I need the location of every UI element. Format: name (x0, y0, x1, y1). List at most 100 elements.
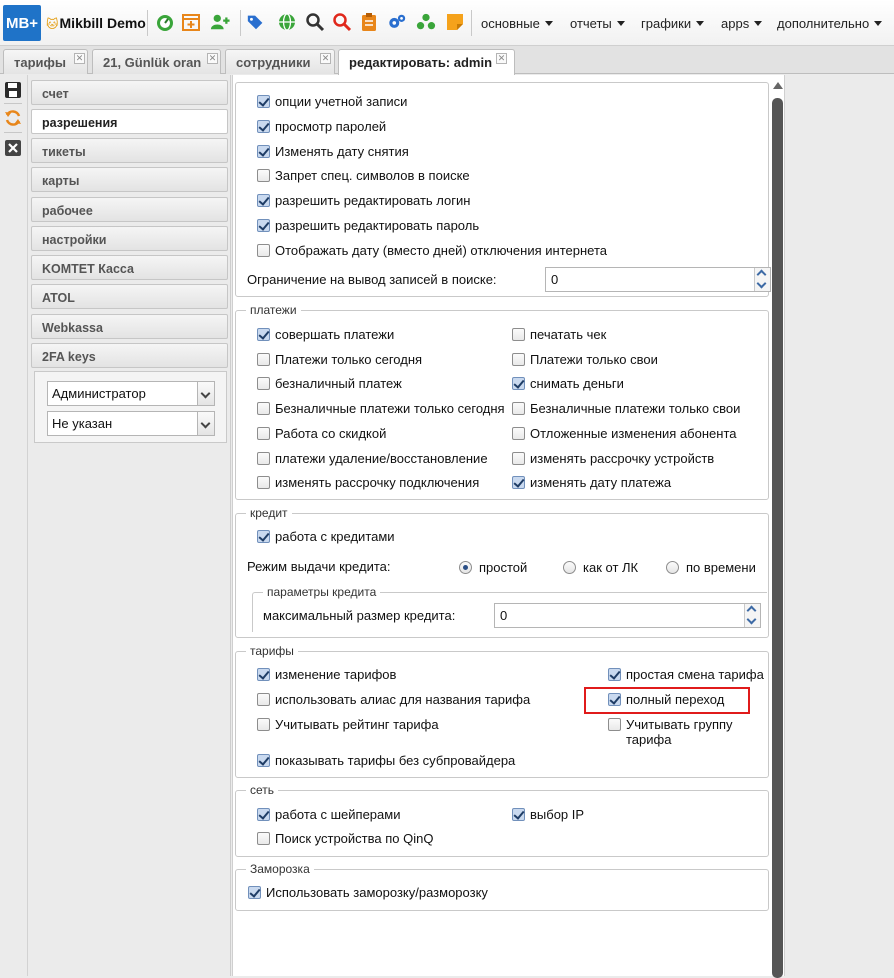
check-row[interactable]: разрешить редактировать логин (257, 191, 470, 209)
chevron-down-icon[interactable] (197, 412, 214, 435)
check-row[interactable]: Поиск устройства по QinQ (257, 829, 433, 847)
menu-basic[interactable]: основные (481, 16, 553, 31)
check-row[interactable]: Учитывать рейтинг тарифа (257, 715, 439, 733)
check-row[interactable]: снимать деньги (512, 374, 624, 392)
check-row[interactable]: изменять рассрочку устройств (512, 449, 714, 467)
checkbox[interactable] (257, 119, 270, 133)
checkbox[interactable] (257, 426, 270, 440)
radio[interactable] (563, 560, 576, 574)
tab-employees[interactable]: сотрудники ✕ (225, 49, 335, 74)
check-row[interactable]: Запрет спец. символов в поиске (257, 166, 470, 184)
gears-icon[interactable] (387, 12, 407, 32)
check-row[interactable]: использовать алиас для названия тарифа (257, 690, 530, 708)
tab-daily-rate[interactable]: 21, Günlük oran ✕ (92, 49, 221, 74)
radio-row[interactable]: как от ЛК (563, 558, 638, 576)
add-user-icon[interactable] (210, 12, 230, 32)
check-row[interactable]: выбор IP (512, 805, 584, 823)
check-row[interactable]: Безналичные платежи только свои (512, 399, 740, 417)
check-row[interactable]: работа с шейперами (257, 805, 400, 823)
check-row[interactable]: опции учетной записи (257, 92, 407, 110)
check-row[interactable]: безналичный платеж (257, 374, 402, 392)
menu-apps[interactable]: apps (721, 16, 763, 31)
limit-spinner[interactable]: 0 (545, 267, 771, 292)
checkbox[interactable] (257, 831, 270, 845)
nav-item-settings[interactable]: настройки (31, 226, 228, 251)
role-select[interactable]: Администратор (47, 381, 215, 406)
nav-item-komtet[interactable]: KOMTET Касса (31, 255, 228, 280)
checkbox[interactable] (257, 717, 270, 731)
check-row[interactable]: печатать чек (512, 325, 606, 343)
checkbox[interactable] (257, 692, 270, 706)
dashboard-icon[interactable] (155, 12, 175, 32)
scroll-up-arrow[interactable] (773, 82, 783, 89)
calendar-add-icon[interactable] (181, 12, 201, 32)
checkbox[interactable] (512, 352, 525, 366)
nav-item-account[interactable]: счет (31, 80, 228, 105)
check-row[interactable]: изменять дату платежа (512, 473, 671, 491)
refresh-icon[interactable] (4, 109, 22, 127)
spinner-arrows-icon[interactable] (744, 604, 760, 627)
tab-tariffs[interactable]: тарифы ✕ (3, 49, 88, 74)
app-logo[interactable]: MB+ (3, 5, 41, 41)
nav-item-permissions[interactable]: разрешения (31, 109, 228, 134)
nav-item-tickets[interactable]: тикеты (31, 138, 228, 163)
checkbox[interactable] (257, 243, 270, 257)
check-row[interactable]: совершать платежи (257, 325, 394, 343)
vertical-scrollbar[interactable] (772, 82, 783, 978)
menu-reports[interactable]: отчеты (570, 16, 625, 31)
nav-item-workspace[interactable]: рабочее (31, 197, 228, 222)
nav-item-webkassa[interactable]: Webkassa (31, 314, 228, 339)
nav-item-atol[interactable]: ATOL (31, 284, 228, 309)
close-icon[interactable]: ✕ (207, 53, 218, 64)
check-row[interactable]: Отложенные изменения абонента (512, 424, 737, 442)
checkbox[interactable] (257, 807, 270, 821)
close-icon[interactable]: ✕ (320, 53, 331, 64)
checkbox[interactable] (257, 667, 270, 681)
checkbox[interactable] (512, 475, 525, 489)
save-icon[interactable] (4, 81, 22, 99)
secondary-select[interactable]: Не указан (47, 411, 215, 436)
checkbox[interactable] (257, 376, 270, 390)
tags-icon[interactable] (246, 12, 266, 32)
checkbox[interactable] (512, 327, 525, 341)
close-icon[interactable] (4, 139, 22, 157)
check-row[interactable]: просмотр паролей (257, 117, 386, 135)
checkbox[interactable] (257, 475, 270, 489)
scroll-thumb[interactable] (772, 98, 783, 978)
max-credit-spinner[interactable]: 0 (494, 603, 761, 628)
brand-title[interactable]: 🐱Mikbill Demo (46, 15, 146, 31)
tab-edit-admin[interactable]: редактировать: admin ✕ (338, 49, 515, 75)
search-icon[interactable] (305, 12, 325, 32)
check-row[interactable]: показывать тарифы без субпровайдера (257, 751, 515, 769)
close-icon[interactable]: ✕ (74, 53, 85, 64)
checkbox[interactable] (512, 401, 525, 415)
radio-row[interactable]: по времени (666, 558, 756, 576)
menu-charts[interactable]: графики (641, 16, 705, 31)
check-row[interactable]: разрешить редактировать пароль (257, 216, 479, 234)
checkbox[interactable] (257, 327, 270, 341)
check-row[interactable]: Платежи только сегодня (257, 350, 422, 368)
globe-icon[interactable] (277, 12, 297, 32)
check-row[interactable]: изменение тарифов (257, 665, 396, 683)
checkbox[interactable] (248, 885, 261, 899)
checkbox[interactable] (512, 376, 525, 390)
check-row[interactable]: Работа со скидкой (257, 424, 386, 442)
radio-row[interactable]: простой (459, 558, 527, 576)
clipboard-icon[interactable] (359, 12, 379, 32)
checkbox[interactable] (608, 667, 621, 681)
checkbox[interactable] (257, 94, 270, 108)
checkbox[interactable] (257, 451, 270, 465)
checkbox[interactable] (257, 168, 270, 182)
check-row[interactable]: простая смена тарифа (608, 665, 768, 683)
check-row[interactable]: Учитывать группу (608, 715, 733, 733)
spinner-arrows-icon[interactable] (754, 268, 770, 291)
sitemap-icon[interactable] (416, 12, 436, 32)
check-row[interactable]: Изменять дату снятия (257, 142, 409, 160)
search-red-icon[interactable] (332, 12, 352, 32)
close-icon[interactable]: ✕ (496, 53, 507, 64)
check-row[interactable]: Безналичные платежи только сегодня (257, 399, 505, 417)
nav-item-cards[interactable]: карты (31, 167, 228, 192)
check-row[interactable]: Платежи только свои (512, 350, 658, 368)
checkbox[interactable] (512, 426, 525, 440)
checkbox[interactable] (257, 352, 270, 366)
